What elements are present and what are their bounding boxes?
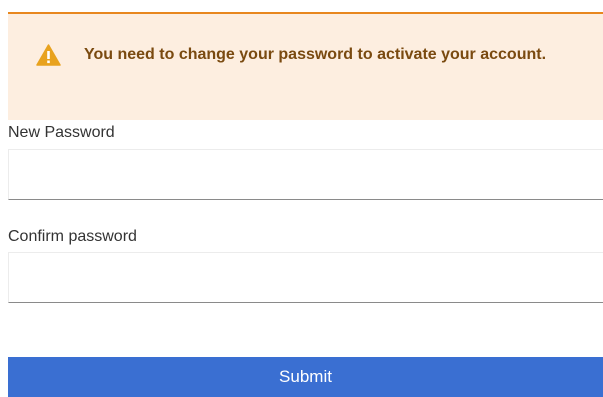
confirm-password-input[interactable] (8, 252, 603, 303)
confirm-password-label: Confirm password (8, 228, 137, 245)
warning-icon (36, 44, 61, 66)
new-password-input[interactable] (8, 149, 603, 200)
submit-button[interactable]: Submit (8, 357, 603, 397)
alert-message: You need to change your password to acti… (84, 46, 547, 63)
new-password-label: New Password (8, 124, 115, 141)
change-password-page: You need to change your password to acti… (0, 0, 603, 397)
warning-alert: You need to change your password to acti… (8, 12, 603, 120)
